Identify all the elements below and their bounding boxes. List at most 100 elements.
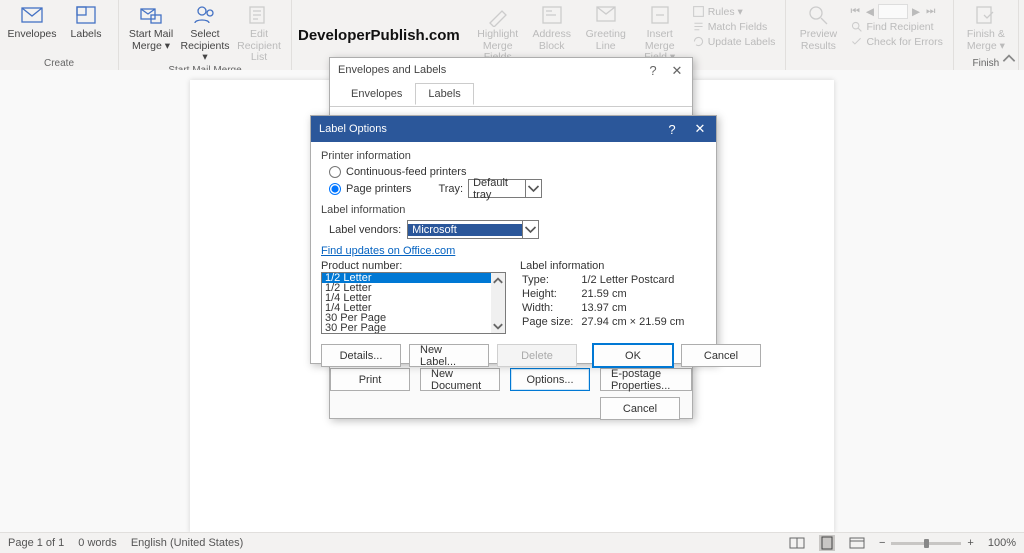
label: Update Labels bbox=[708, 36, 776, 48]
match-icon bbox=[692, 20, 705, 33]
highlight-icon bbox=[486, 3, 510, 27]
start-mail-merge-button[interactable]: Start Mail Merge ▾ bbox=[125, 2, 177, 53]
update-icon bbox=[692, 35, 705, 48]
label-info-table: Type:1/2 Letter Postcard Height:21.59 cm… bbox=[520, 272, 692, 330]
chevron-down-icon bbox=[525, 180, 541, 197]
zoom-in-icon[interactable]: + bbox=[967, 537, 973, 549]
label: Labels bbox=[71, 29, 102, 41]
label: Page printers bbox=[346, 183, 411, 195]
next-icon[interactable]: ▶ bbox=[910, 4, 922, 19]
tab-envelopes[interactable]: Envelopes bbox=[338, 83, 415, 105]
find-icon bbox=[850, 20, 863, 33]
label-info-heading: Label information bbox=[321, 204, 706, 216]
insertfield-icon bbox=[648, 3, 672, 27]
help-icon[interactable]: ? bbox=[664, 122, 680, 137]
select-recipients-button[interactable]: Select Recipients ▾ bbox=[179, 2, 231, 65]
insert-merge-field-button[interactable]: Insert Merge Field ▾ bbox=[634, 2, 686, 65]
label: Continuous-feed printers bbox=[346, 166, 466, 178]
collapse-ribbon-icon[interactable] bbox=[1000, 50, 1018, 68]
cancel-button[interactable]: Cancel bbox=[600, 397, 680, 420]
group-label-create: Create bbox=[44, 58, 74, 70]
group-label-finish: Finish bbox=[973, 58, 1000, 70]
find-updates-link[interactable]: Find updates on Office.com bbox=[321, 245, 455, 257]
prev-icon[interactable]: ◀ bbox=[864, 4, 876, 19]
page-printers-radio[interactable]: Page printers bbox=[329, 183, 411, 195]
label: Preview Results bbox=[800, 29, 837, 52]
web-layout-icon[interactable] bbox=[849, 535, 865, 551]
address-block-button[interactable]: Address Block bbox=[526, 2, 578, 53]
dialog-title: Label Options bbox=[319, 123, 387, 135]
ok-button[interactable]: OK bbox=[593, 344, 673, 367]
zoom-level[interactable]: 100% bbox=[988, 537, 1016, 549]
tab-labels[interactable]: Labels bbox=[415, 83, 473, 105]
edit-recipient-list-button[interactable]: Edit Recipient List bbox=[233, 2, 285, 65]
first-icon[interactable]: ⏮ bbox=[848, 4, 861, 19]
label-options-dialog: Label Options ? ✕ Printer information Co… bbox=[310, 115, 717, 364]
match-fields-button[interactable]: Match Fields bbox=[688, 19, 780, 34]
check-errors-button[interactable]: Check for Errors bbox=[846, 34, 946, 49]
vendors-label: Label vendors: bbox=[329, 224, 401, 236]
label: Envelopes bbox=[7, 29, 56, 41]
labels-button[interactable]: Labels bbox=[60, 2, 112, 42]
label: Find Recipient bbox=[866, 21, 933, 33]
delete-button[interactable]: Delete bbox=[497, 344, 577, 367]
list-item[interactable]: 30 Per Page bbox=[322, 323, 505, 333]
cancel-button[interactable]: Cancel bbox=[681, 344, 761, 367]
details-button[interactable]: Details... bbox=[321, 344, 401, 367]
product-number-list[interactable]: 1/2 Letter 1/2 Letter 1/4 Letter 1/4 Let… bbox=[321, 272, 506, 334]
highlight-merge-fields-button[interactable]: Highlight Merge Fields bbox=[472, 2, 524, 65]
label-information-heading: Label information bbox=[520, 260, 706, 272]
value: Default tray bbox=[469, 177, 525, 201]
label: Address Block bbox=[532, 29, 571, 52]
value: Microsoft bbox=[408, 224, 522, 236]
update-labels-button[interactable]: Update Labels bbox=[688, 34, 780, 49]
finish-icon bbox=[974, 3, 998, 27]
zoom-out-icon[interactable]: − bbox=[879, 537, 885, 549]
label: Start Mail Merge ▾ bbox=[129, 29, 173, 52]
zoom-thumb[interactable] bbox=[924, 539, 929, 548]
recipients-icon bbox=[193, 3, 217, 27]
chevron-down-icon bbox=[522, 221, 538, 238]
dialog-title: Envelopes and Labels bbox=[338, 58, 446, 83]
help-icon[interactable]: ? bbox=[646, 58, 660, 83]
word-count[interactable]: 0 words bbox=[78, 537, 117, 549]
record-field[interactable] bbox=[878, 4, 908, 19]
find-recipient-button[interactable]: Find Recipient bbox=[846, 19, 946, 34]
product-number-label: Product number: bbox=[321, 260, 506, 272]
label-vendors-select[interactable]: Microsoft bbox=[407, 220, 539, 239]
label: Greeting Line bbox=[586, 29, 626, 52]
label: Rules ▾ bbox=[708, 6, 743, 18]
page-indicator[interactable]: Page 1 of 1 bbox=[8, 537, 64, 549]
label: Select Recipients ▾ bbox=[180, 29, 229, 64]
label: Edit Recipient List bbox=[235, 29, 283, 64]
label: Match Fields bbox=[708, 21, 768, 33]
finish-merge-button[interactable]: Finish & Merge ▾ bbox=[960, 2, 1012, 53]
read-mode-icon[interactable] bbox=[789, 535, 805, 551]
zoom-slider[interactable]: − + bbox=[879, 537, 974, 549]
print-layout-icon[interactable] bbox=[819, 535, 835, 551]
envelope-icon bbox=[20, 3, 44, 27]
label-icon bbox=[74, 3, 98, 27]
mailmerge-icon bbox=[139, 3, 163, 27]
preview-icon bbox=[806, 3, 830, 27]
greeting-icon bbox=[594, 3, 618, 27]
check-icon bbox=[850, 35, 863, 48]
scroll-up-icon[interactable] bbox=[491, 273, 505, 286]
address-icon bbox=[540, 3, 564, 27]
tray-select[interactable]: Default tray bbox=[468, 179, 542, 198]
greeting-line-button[interactable]: Greeting Line bbox=[580, 2, 632, 53]
record-nav[interactable]: ⏮ ◀ ▶ ⏭ bbox=[846, 4, 946, 19]
new-label-button[interactable]: New Label... bbox=[409, 344, 489, 367]
rules-button[interactable]: Rules ▾ bbox=[688, 4, 780, 19]
brand-text: DeveloperPublish.com bbox=[292, 27, 466, 44]
printer-info-heading: Printer information bbox=[321, 150, 706, 162]
scrollbar[interactable] bbox=[491, 273, 505, 333]
preview-results-button[interactable]: Preview Results bbox=[792, 2, 844, 53]
close-icon[interactable]: ✕ bbox=[692, 121, 708, 137]
scroll-down-icon[interactable] bbox=[491, 320, 505, 333]
last-icon[interactable]: ⏭ bbox=[924, 4, 937, 19]
close-icon[interactable]: ✕ bbox=[670, 58, 684, 83]
language-indicator[interactable]: English (United States) bbox=[131, 537, 244, 549]
envelopes-button[interactable]: Envelopes bbox=[6, 2, 58, 42]
label: Finish & Merge ▾ bbox=[967, 29, 1005, 52]
